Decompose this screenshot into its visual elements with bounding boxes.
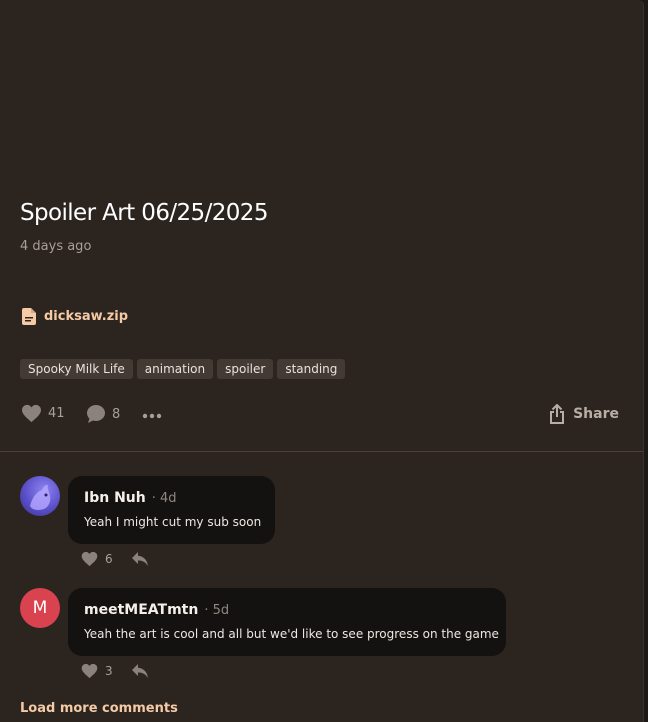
comment-icon xyxy=(87,405,105,423)
comment-actions: 6 xyxy=(81,551,149,567)
avatar-letter: M xyxy=(32,598,48,618)
share-button[interactable]: Share xyxy=(549,404,619,424)
reply-icon[interactable] xyxy=(131,663,149,679)
comment-like-button[interactable]: 3 xyxy=(81,663,113,679)
avatar[interactable] xyxy=(20,476,60,516)
comment-bubble: meetMEATmtn · 5d Yeah the art is cool and… xyxy=(68,588,506,656)
comment-actions: 3 xyxy=(81,663,149,679)
load-more-comments-link[interactable]: Load more comments xyxy=(20,701,178,716)
heart-icon xyxy=(81,551,98,567)
tag-standing[interactable]: standing xyxy=(277,359,346,379)
comment-age: · 5d xyxy=(204,603,230,618)
comment-bubble: Ibn Nuh · 4d Yeah I might cut my sub soon xyxy=(68,476,275,544)
comment-age: · 4d xyxy=(151,491,177,506)
comment-author[interactable]: Ibn Nuh · 4d xyxy=(84,490,177,506)
comment-author[interactable]: meetMEATmtn · 5d xyxy=(84,602,229,618)
reply-icon[interactable] xyxy=(131,551,149,567)
heart-icon xyxy=(81,663,98,679)
post-date: 4 days ago xyxy=(20,239,92,254)
share-label: Share xyxy=(573,406,619,422)
tag-animation[interactable]: animation xyxy=(136,359,214,379)
more-options-button[interactable] xyxy=(142,406,162,426)
avatar[interactable]: M xyxy=(20,588,60,628)
file-icon xyxy=(22,308,36,325)
post-actions: 41 8 Share xyxy=(21,404,621,428)
comment-count: 8 xyxy=(112,406,121,422)
like-count: 41 xyxy=(48,406,65,421)
share-icon xyxy=(550,404,565,424)
comment-like-button[interactable]: 6 xyxy=(81,551,113,567)
like-button[interactable]: 41 xyxy=(21,404,65,423)
attachment-link[interactable]: dicksaw.zip xyxy=(22,308,128,325)
comment-text: Yeah the art is cool and all but we'd li… xyxy=(84,627,499,641)
comment-button[interactable]: 8 xyxy=(86,404,120,424)
divider xyxy=(0,451,643,452)
comment-text: Yeah I might cut my sub soon xyxy=(84,515,262,529)
post-card: Spoiler Art 06/25/2025 4 days ago dicksa… xyxy=(0,0,644,722)
tag-spooky-milk-life[interactable]: Spooky Milk Life xyxy=(20,359,133,379)
post-title: Spoiler Art 06/25/2025 xyxy=(20,200,268,226)
heart-icon xyxy=(22,404,41,423)
comment-like-count: 3 xyxy=(105,664,113,678)
comment-like-count: 6 xyxy=(105,552,113,566)
tag-spoiler[interactable]: spoiler xyxy=(217,359,274,379)
creature-avatar-icon xyxy=(30,484,51,510)
tag-list: Spooky Milk Life animation spoiler stand… xyxy=(20,359,346,379)
more-icon xyxy=(142,413,162,419)
attachment-name: dicksaw.zip xyxy=(44,309,129,324)
